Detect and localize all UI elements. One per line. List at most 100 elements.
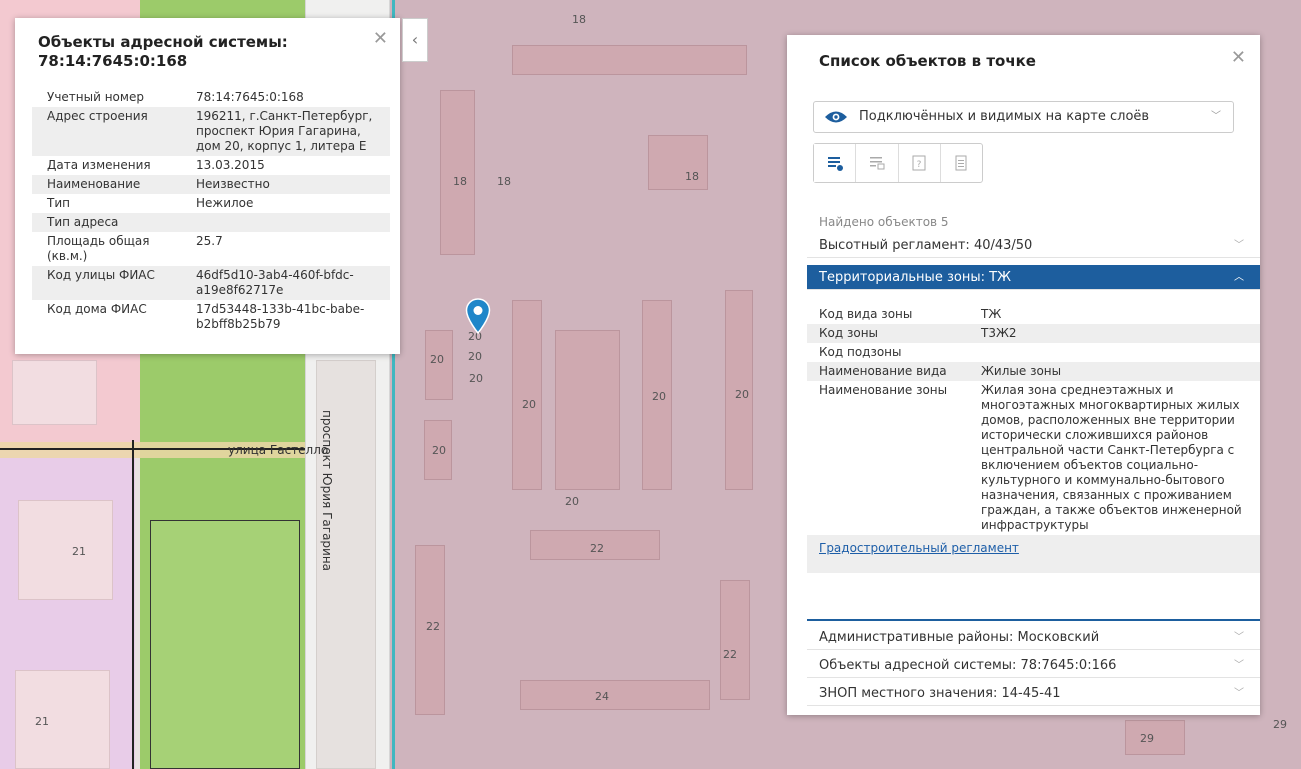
attribute-value: 46df5d10-3ab4-460f-bfdc-a19e8f62717e [181,266,390,300]
building [15,670,110,769]
map-label: 20 [468,350,482,363]
attribute-key: Тип адреса [32,213,181,232]
address-object-popup: Объекты адресной системы: 78:14:7645:0:1… [15,18,400,354]
accordion-label: Высотный регламент: 40/43/50 [819,238,1033,253]
regulation-link[interactable]: Градостроительный регламент [807,535,1260,573]
objects-at-point-panel: Список объектов в точке ✕ Подключённых и… [787,35,1260,715]
attribute-value: 25.7 [196,234,223,248]
attribute-key: Тип [47,196,70,210]
building [555,330,620,490]
attribute-value: 196211, г.Санкт-Петербург, проспект Юрия… [181,107,390,156]
map-label: 18 [453,175,467,188]
attribute-value: Нежилое [196,196,254,210]
list-pin-icon [827,157,843,171]
list-table-icon [869,157,885,170]
attribute-row: Наименование зоны Жилая зона среднеэтажны… [807,381,1260,535]
map-label: 22 [590,542,604,555]
attribute-key: Наименование вида [807,362,969,381]
attribute-row: Площадь общая (кв.м.) 25.7 [32,232,390,266]
attribute-row: Тип Нежилое [32,194,390,213]
building [520,680,710,710]
attribute-value [181,213,390,232]
building [648,135,708,190]
attribute-key: Код подзоны [819,345,902,359]
attribute-value [969,343,1260,362]
attribute-row: Тип адреса [32,213,390,232]
map-label: 20 [652,390,666,403]
attribute-value: ТЖ [981,307,1002,321]
map-label: 29 [1140,732,1154,745]
attribute-value: Жилая зона среднеэтажных и многоэтажных … [981,383,1242,532]
accordion-label: Объекты адресной системы: 78:7645:0:166 [819,658,1117,673]
chevron-down-icon: ﹀ [1211,111,1221,122]
info-button[interactable]: ? [899,144,941,182]
document-icon [955,155,967,171]
close-icon[interactable]: ✕ [1231,47,1246,68]
map-label: 29 [1273,718,1287,731]
attribute-value: 78:14:7645:0:168 [196,90,304,104]
map-label: 20 [430,353,444,366]
layer-filter-select[interactable]: Подключённых и видимых на карте слоёв ﹀ [813,101,1234,133]
attribute-row: Код вида зоны ТЖ [807,305,1260,324]
chevron-up-icon: ︿ [1234,272,1244,283]
attribute-row: Адрес строения 196211, г.Санкт-Петербург,… [32,107,390,156]
question-icon: ? [912,155,926,171]
street-label-gagarina: проспект Юрия Гагарина [320,410,334,572]
building [440,90,475,255]
accordion-label: ЗНОП местного значения: 14-45-41 [819,686,1061,701]
attribute-key: Площадь общая (кв.м.) [47,234,150,263]
attribute-key: Наименование зоны [819,383,948,397]
zone-attributes-table: Код вида зоны ТЖ Код зоны Т3Ж2 Код подзоны На… [807,305,1260,535]
chevron-down-icon: ﹀ [1234,240,1244,251]
attribute-key: Код зоны [807,324,969,343]
attribute-row: Код улицы ФИАС 46df5d10-3ab4-460f-bfdc-a1… [32,266,390,300]
accordion-address-objects[interactable]: Объекты адресной системы: 78:7645:0:166 … [807,653,1260,678]
map-label: 22 [426,620,440,633]
accordion-znop[interactable]: ЗНОП местного значения: 14-45-41 ﹀ [807,681,1260,706]
view-mode-toolbar: ? [813,143,983,183]
attribute-row: Наименование вида Жилые зоны [807,362,1260,381]
boundary-line [132,440,134,769]
svg-text:?: ? [917,160,922,170]
list-table-button[interactable] [856,144,899,182]
accordion-admin-districts[interactable]: Административные районы: Московский ﹀ [807,625,1260,650]
attribute-key: Наименование [32,175,181,194]
attribute-key: Код дома ФИАС [47,302,147,316]
attribute-value: Т3Ж2 [969,324,1260,343]
panel-title: Список объектов в точке [819,52,1036,70]
document-button[interactable] [941,144,982,182]
popup-title: Объекты адресной системы: 78:14:7645:0:1… [38,33,288,70]
attribute-key: Код улицы ФИАС [32,266,181,300]
building [18,500,113,600]
eye-icon [825,111,847,123]
attribute-value: 17d53448-133b-41bc-babe-b2bff8b25b79 [196,302,365,331]
street-label-gastello: улица Гастелло [228,443,329,457]
map-label: 18 [572,13,586,26]
map-label: 21 [35,715,49,728]
map-label: 18 [497,175,511,188]
map-label: 20 [735,388,749,401]
close-icon[interactable]: ✕ [373,28,388,49]
accordion-height-regulation[interactable]: Высотный регламент: 40/43/50 ﹀ [807,233,1260,258]
layer-filter-value: Подключённых и видимых на карте слоёв [859,109,1150,124]
attribute-key: Учетный номер [47,90,144,104]
chevron-down-icon: ﹀ [1234,632,1244,643]
map-pin-icon[interactable] [465,298,491,334]
map-label: 20 [522,398,536,411]
building [512,45,747,75]
accordion-territorial-zones[interactable]: Территориальные зоны: ТЖ ︿ [807,265,1260,290]
attribute-row: Код зоны Т3Ж2 [807,324,1260,343]
zone-green-inner [150,520,300,769]
attribute-value: 13.03.2015 [196,158,265,172]
map-label: 24 [595,690,609,703]
chevron-left-icon[interactable]: ‹ [402,18,428,62]
attribute-value: Жилые зоны [969,362,1260,381]
zone-details: Код вида зоны ТЖ Код зоны Т3Ж2 Код подзоны На… [807,305,1260,573]
list-with-pin-button[interactable] [814,144,857,182]
map-label: 21 [72,545,86,558]
attribute-key: Дата изменения [47,158,151,172]
attribute-row: Учетный номер 78:14:7645:0:168 [32,88,390,107]
attribute-row: Код подзоны [807,343,1260,362]
found-count: Найдено объектов 5 [819,215,949,229]
map-label: 20 [565,495,579,508]
